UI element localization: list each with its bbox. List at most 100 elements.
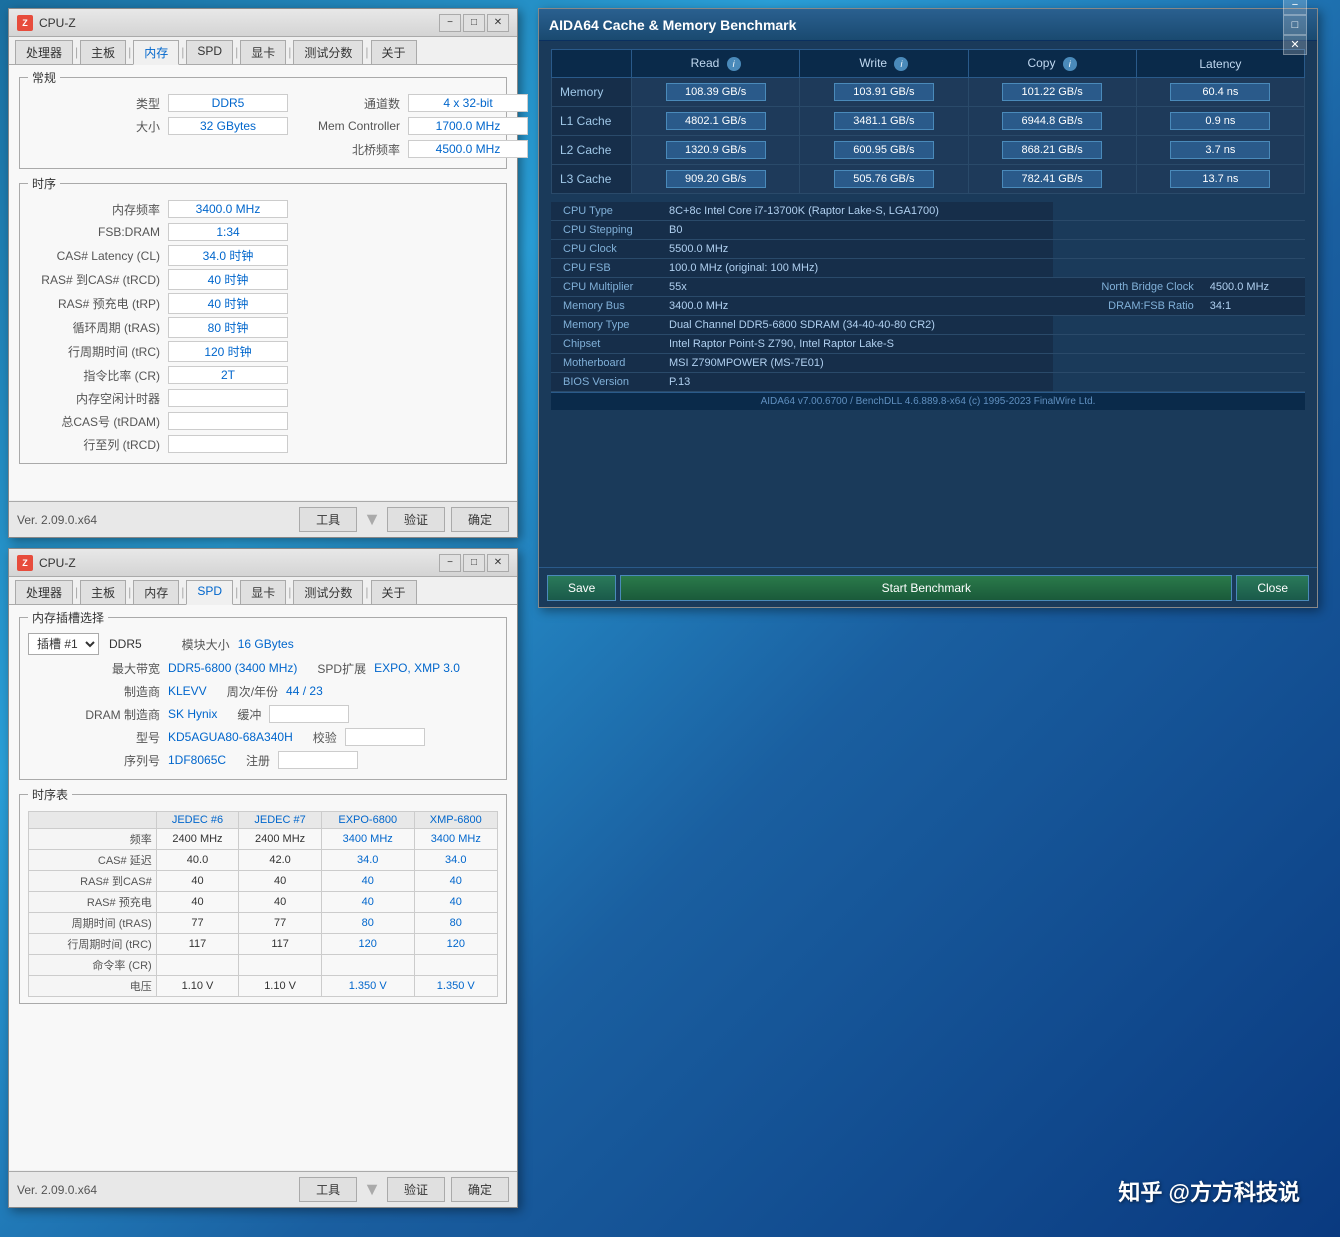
row-serial: 序列号 1DF8065C 注册 xyxy=(28,750,498,770)
cpuz2-tools-button[interactable]: 工具 xyxy=(299,1177,357,1202)
aida-title: AIDA64 Cache & Memory Benchmark xyxy=(549,17,1281,33)
row-cr: 指令比率 (CR) 2T xyxy=(28,365,498,385)
aida-info-row: CPU FSB100.0 MHz (original: 100 MHz) xyxy=(551,259,1305,278)
mem-type-value: DDR5 xyxy=(109,637,142,651)
fsb-value: 1:34 xyxy=(168,223,288,241)
aida-minimize-button[interactable]: − xyxy=(1283,0,1307,15)
cpuz2-tab-spd[interactable]: SPD xyxy=(186,580,233,605)
dram-mfr-value: SK Hynix xyxy=(168,707,217,721)
row-rcd: RAS# 到CAS# (tRCD) 40 时钟 xyxy=(28,269,498,290)
aida-info-row: Memory Bus3400.0 MHzDRAM:FSB Ratio34:1 xyxy=(551,297,1305,316)
tab-about[interactable]: 关于 xyxy=(371,40,417,64)
aida-maximize-button[interactable]: □ xyxy=(1283,15,1307,35)
aida-footer: AIDA64 v7.00.6700 / BenchDLL 4.6.889.8-x… xyxy=(551,392,1305,410)
timing-table-row: 频率2400 MHz2400 MHz3400 MHz3400 MHz xyxy=(29,829,498,850)
group-slot-title: 内存插槽选择 xyxy=(28,609,108,626)
cpuz1-verify-button[interactable]: 验证 xyxy=(387,507,445,532)
cpuz1-tools-button[interactable]: 工具 xyxy=(299,507,357,532)
timing-table-row: 命令率 (CR) xyxy=(29,955,498,976)
tools-dropdown-arrow[interactable]: ▼ xyxy=(363,509,381,530)
cpuz2-title-bar[interactable]: Z CPU-Z − □ ✕ xyxy=(9,549,517,577)
cpuz1-maximize-button[interactable]: □ xyxy=(463,14,485,32)
tab-gpu[interactable]: 显卡 xyxy=(240,40,286,64)
slot-select[interactable]: 插槽 #1 xyxy=(28,633,99,655)
aida-info-value: 100.0 MHz (original: 100 MHz) xyxy=(661,259,1053,278)
aida-bench-cell-write: 505.76 GB/s xyxy=(800,165,968,194)
size-value: 32 GBytes xyxy=(168,117,288,135)
aida-info-label: Memory Type xyxy=(551,316,661,335)
ras-label: 循环周期 (tRAS) xyxy=(28,319,168,336)
aida-bench-cell-copy: 6944.8 GB/s xyxy=(968,107,1136,136)
max-bw-label: 最大带宽 xyxy=(28,660,168,677)
tab-bench[interactable]: 测试分数 xyxy=(293,40,363,64)
timing-cell: 1.10 V xyxy=(156,976,239,997)
cpuz2-ok-button[interactable]: 确定 xyxy=(451,1177,509,1202)
cpuz2-tab-bench[interactable]: 测试分数 xyxy=(293,580,363,604)
group-timing: 时序 内存频率 3400.0 MHz FSB:DRAM 1:34 CAS# La… xyxy=(19,183,507,464)
cpuz-window-1: Z CPU-Z − □ ✕ 处理器 | 主板 | 内存 | SPD | 显卡 |… xyxy=(8,8,518,538)
row-rc: 行周期时间 (tRC) 120 时钟 xyxy=(28,341,498,362)
timing-row-label: RAS# 预充电 xyxy=(29,892,157,913)
ras-value: 80 时钟 xyxy=(168,317,288,338)
cpuz2-verify-button[interactable]: 验证 xyxy=(387,1177,445,1202)
cpuz2-tab-bar: 处理器 | 主板 | 内存 | SPD | 显卡 | 测试分数 | 关于 xyxy=(9,577,517,605)
aida-close-btn[interactable]: Close xyxy=(1236,575,1309,601)
tab-processor[interactable]: 处理器 xyxy=(15,40,73,64)
cpuz1-title-bar[interactable]: Z CPU-Z − □ ✕ xyxy=(9,9,517,37)
aida-info-value: B0 xyxy=(661,221,1053,240)
timing-row-label: 周期时间 (tRAS) xyxy=(29,913,157,934)
cpuz2-icon: Z xyxy=(17,555,33,571)
aida-bench-cell-write: 3481.1 GB/s xyxy=(800,107,968,136)
nb-freq-label2: 北桥频率 xyxy=(308,141,408,158)
aida-close-button[interactable]: ✕ xyxy=(1283,35,1307,55)
cpuz2-tab-about[interactable]: 关于 xyxy=(371,580,417,604)
aida-info-label: CPU Stepping xyxy=(551,221,661,240)
buffer-value xyxy=(269,705,349,723)
timing-table-row: RAS# 预充电40404040 xyxy=(29,892,498,913)
cpuz1-title: CPU-Z xyxy=(39,16,439,30)
cpuz2-close-button[interactable]: ✕ xyxy=(487,554,509,572)
timing-col-xmp: XMP-6800 xyxy=(414,812,497,829)
aida-save-button[interactable]: Save xyxy=(547,575,616,601)
cpuz1-ok-button[interactable]: 确定 xyxy=(451,507,509,532)
cpuz2-minimize-button[interactable]: − xyxy=(439,554,461,572)
timing-cell: 34.0 xyxy=(321,850,414,871)
rp-label: RAS# 预充电 (tRP) xyxy=(28,295,168,312)
aida-title-bar[interactable]: AIDA64 Cache & Memory Benchmark − □ ✕ xyxy=(539,9,1317,41)
idle-label: 内存空闲计时器 xyxy=(28,390,168,407)
rcd-label: RAS# 到CAS# (tRCD) xyxy=(28,271,168,288)
cpuz2-tools-dropdown-arrow[interactable]: ▼ xyxy=(363,1179,381,1200)
aida-col-write: Write i xyxy=(800,50,968,78)
cpuz2-tab-processor[interactable]: 处理器 xyxy=(15,580,73,604)
copy-info-icon[interactable]: i xyxy=(1063,57,1077,71)
timing-cell: 1.350 V xyxy=(321,976,414,997)
tab-memory[interactable]: 内存 xyxy=(133,40,179,65)
aida-bench-cell-latency: 60.4 ns xyxy=(1136,78,1304,107)
cpuz2-tab-motherboard[interactable]: 主板 xyxy=(80,580,126,604)
tab-spd[interactable]: SPD xyxy=(186,40,233,64)
watermark: 知乎 @方方科技说 xyxy=(1118,1175,1300,1207)
cpuz1-minimize-button[interactable]: − xyxy=(439,14,461,32)
cpuz2-maximize-button[interactable]: □ xyxy=(463,554,485,572)
aida-start-button[interactable]: Start Benchmark xyxy=(620,575,1232,601)
timing-cell: 2400 MHz xyxy=(156,829,239,850)
aida-bench-cell-write: 103.91 GB/s xyxy=(800,78,968,107)
timing-cell: 42.0 xyxy=(239,850,322,871)
aida-info-value: 55x xyxy=(661,278,1053,297)
row-size: 大小 32 GBytes Mem Controller 1700.0 MHz xyxy=(28,116,498,136)
cpuz2-tab-memory[interactable]: 内存 xyxy=(133,580,179,604)
timing-cell: 40 xyxy=(156,871,239,892)
tab-motherboard[interactable]: 主板 xyxy=(80,40,126,64)
aida-bench-cell-copy: 101.22 GB/s xyxy=(968,78,1136,107)
module-size-value: 16 GBytes xyxy=(238,637,294,651)
week-year-value: 44 / 23 xyxy=(286,684,323,698)
write-info-icon[interactable]: i xyxy=(894,57,908,71)
cpuz1-close-button[interactable]: ✕ xyxy=(487,14,509,32)
row-mem-freq: 内存频率 3400.0 MHz xyxy=(28,199,498,219)
read-info-icon[interactable]: i xyxy=(727,57,741,71)
cpuz2-win-controls: − □ ✕ xyxy=(439,554,509,572)
timing-cell xyxy=(239,955,322,976)
cpuz2-tab-gpu[interactable]: 显卡 xyxy=(240,580,286,604)
aida-info-label: Chipset xyxy=(551,335,661,354)
group-timing-table-title: 时序表 xyxy=(28,786,72,803)
